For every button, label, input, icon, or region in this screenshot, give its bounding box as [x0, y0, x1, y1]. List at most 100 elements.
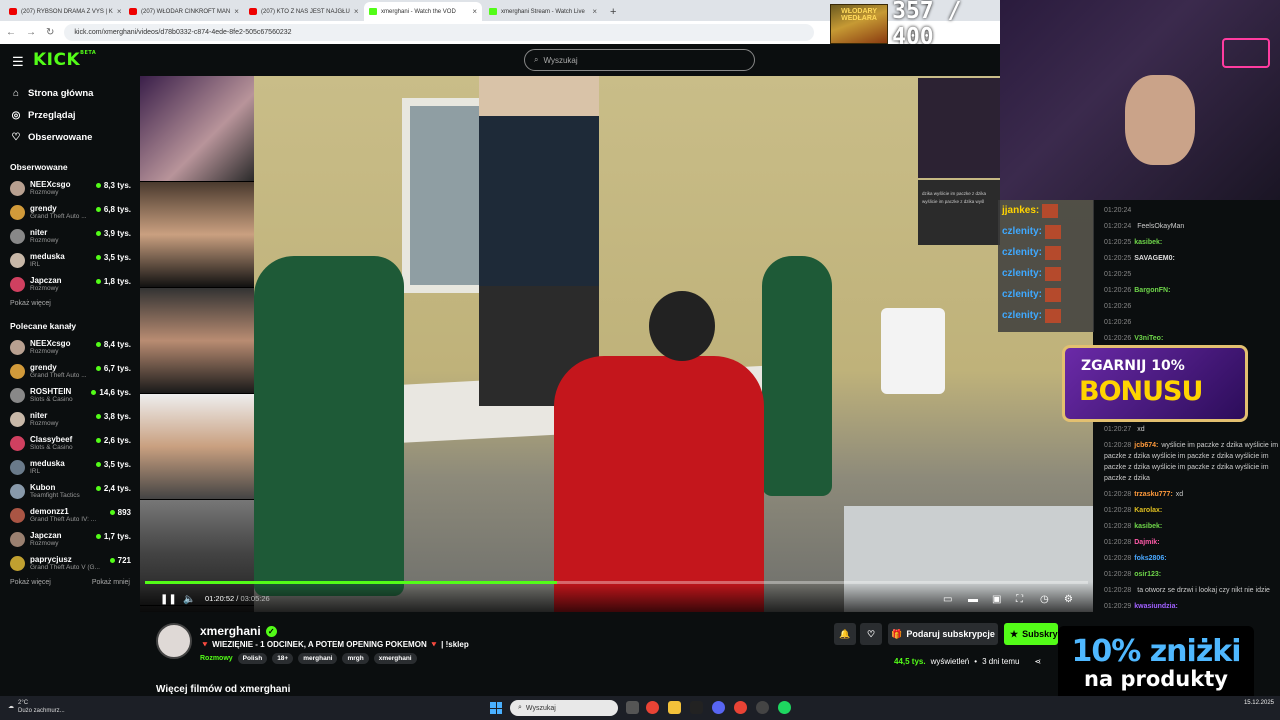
tag-chip[interactable]: mrgh — [342, 653, 369, 664]
miniplayer-icon[interactable]: ▭ — [943, 594, 952, 605]
weather-widget[interactable]: ☁ 2°C Dużo zachmurz... — [8, 699, 65, 715]
back-icon[interactable]: ← — [6, 27, 16, 38]
channel-item[interactable]: ROSHTEIN Slots & Casino 14,6 tys. — [0, 383, 140, 407]
browser-tab[interactable]: (207) WŁODAR CINKROFT MAN × — [124, 2, 242, 21]
chat-username[interactable]: Karolax: — [1134, 507, 1162, 514]
chat-username[interactable]: kasibek: — [1134, 523, 1162, 530]
sidebar-nav-item[interactable]: ◎ Przeglądaj — [0, 104, 140, 126]
spotify-icon[interactable] — [778, 701, 791, 714]
task-view-icon[interactable] — [626, 701, 639, 714]
chat-username[interactable]: Dajmik: — [1134, 539, 1159, 546]
streamer-name[interactable]: xmerghani — [200, 624, 261, 638]
channel-item[interactable]: Classybeef Slots & Casino 2,6 tys. — [0, 431, 140, 455]
channel-item[interactable]: grendy Grand Theft Auto ... 6,7 tys. — [0, 359, 140, 383]
channel-item[interactable]: niter Rozmowy 3,9 tys. — [0, 224, 140, 248]
bonus-banner[interactable]: ZGARNIJ 10% BONUSU — [1062, 345, 1248, 422]
channel-item[interactable]: Japczan Rozmowy 1,8 tys. — [0, 272, 140, 296]
live-dot-icon — [95, 462, 101, 467]
nav-label: Strona główna — [28, 87, 94, 99]
folder-icon[interactable] — [668, 701, 681, 714]
avatar — [10, 387, 25, 403]
clock[interactable]: 15.12.2025 — [1228, 699, 1274, 708]
chrome-icon[interactable] — [646, 701, 659, 714]
avatar[interactable] — [156, 623, 192, 659]
sidebar-nav-item[interactable]: ⌂ Strona główna — [0, 82, 140, 104]
avatar — [10, 435, 25, 451]
menu-icon[interactable]: ☰ — [12, 54, 24, 70]
channel-item[interactable]: meduska IRL 3,5 tys. — [0, 248, 140, 272]
chrome-icon[interactable] — [734, 701, 747, 714]
tag-chip[interactable]: merghani — [298, 653, 338, 664]
fullscreen-icon[interactable]: ⛶ — [1016, 594, 1023, 605]
recommended-show-more[interactable]: Pokaż więcej — [10, 579, 51, 586]
progress-bar[interactable] — [145, 581, 1088, 584]
browser-tab[interactable]: xmerghani Stream - Watch Live × — [484, 2, 602, 21]
notification-button[interactable]: 🔔 — [834, 623, 856, 645]
pip-icon[interactable]: ▣ — [992, 594, 1001, 605]
chat-username[interactable]: jcb674: — [1134, 442, 1158, 449]
cam-column — [140, 76, 254, 612]
channel-item[interactable]: NEEXcsgo Rozmowy 8,4 tys. — [0, 335, 140, 359]
browser-tab[interactable]: (207) KTO Z NAS JEST NAJGŁU × — [244, 2, 362, 21]
sidebar-nav-item[interactable]: ♡ Obserwowane — [0, 126, 140, 148]
member-row: czlenity: — [998, 221, 1094, 242]
chat-username[interactable]: foks2806: — [1134, 555, 1166, 562]
chat-username[interactable]: SAVAGEM0: — [1134, 255, 1175, 262]
search-input[interactable]: ⌕ Wyszukaj — [524, 49, 755, 71]
chat-username[interactable]: kwasiundzia: — [1134, 603, 1178, 610]
channel-item[interactable]: Japczan Rozmowy 1,7 tys. — [0, 527, 140, 551]
app-icon[interactable] — [690, 701, 703, 714]
viewer-count: 3,5 tys. — [95, 460, 131, 469]
category-link[interactable]: Rozmowy — [200, 655, 233, 662]
reload-icon[interactable]: ↻ — [46, 27, 54, 38]
taskbar-search[interactable]: ⌕ Wyszukaj — [510, 700, 618, 716]
channel-item[interactable]: NEEXcsgo Rozmowy 8,3 tys. — [0, 176, 140, 200]
close-icon[interactable]: × — [592, 7, 597, 16]
close-icon[interactable]: × — [117, 7, 122, 16]
channel-item[interactable]: Kubon Teamfight Tactics 2,4 tys. — [0, 479, 140, 503]
discord-icon[interactable] — [712, 701, 725, 714]
browser-tab[interactable]: xmerghani - Watch the VOD × — [364, 2, 482, 21]
kick-logo[interactable]: KICKBETA — [33, 50, 96, 70]
channel-item[interactable]: paprycjusz Grand Theft Auto V (G... 721 — [0, 551, 140, 575]
channel-name: Japczan — [30, 276, 62, 285]
tag-chip[interactable]: xmerghani — [373, 653, 417, 664]
pause-icon[interactable]: ❚❚ — [160, 594, 177, 605]
close-icon[interactable]: × — [472, 7, 477, 16]
close-icon[interactable]: × — [234, 7, 239, 16]
browser-tab[interactable]: (207) RYBSON DRAMA Z VYS | K × — [4, 2, 122, 21]
volume-icon[interactable]: 🔈 — [183, 594, 195, 605]
start-button[interactable] — [490, 702, 502, 714]
channel-item[interactable]: demonzz1 Grand Theft Auto IV: ... 893 — [0, 503, 140, 527]
address-bar[interactable]: kick.com/xmerghani/videos/d78b0332-c874-… — [64, 24, 814, 41]
tag-chip[interactable]: Polish — [237, 653, 268, 664]
chat-username[interactable]: trzasku777: — [1134, 491, 1173, 498]
settings-icon[interactable]: ⚙ — [1064, 594, 1073, 605]
chat-timestamp: 01:20:25 — [1104, 271, 1132, 278]
follow-button[interactable]: ♡ — [860, 623, 882, 645]
channel-name: demonzz1 — [30, 507, 69, 516]
channel-item[interactable]: niter Rozmowy 3,8 tys. — [0, 407, 140, 431]
recommended-show-less[interactable]: Pokaż mniej — [92, 579, 130, 586]
new-tab-icon[interactable]: + — [604, 6, 622, 21]
tag-chip[interactable]: 18+ — [272, 653, 294, 664]
share-icon[interactable]: ⋖ — [1034, 657, 1041, 666]
obs-icon[interactable] — [756, 701, 769, 714]
gift-subs-button[interactable]: 🎁 Podaruj subskrypcje — [888, 623, 998, 645]
forward-icon[interactable]: → — [26, 27, 36, 38]
followed-show-more[interactable]: Pokaż więcej — [10, 300, 51, 307]
theater-icon[interactable]: ▬ — [968, 594, 978, 605]
youtube-icon — [9, 8, 17, 15]
channel-item[interactable]: grendy Grand Theft Auto ... 6,8 tys. — [0, 200, 140, 224]
chat-username[interactable]: kasibek: — [1134, 239, 1162, 246]
chat-username[interactable]: osir123: — [1134, 571, 1161, 578]
app-header: ☰ KICKBETA ⌕ Wyszukaj — [0, 44, 1000, 76]
chat-timestamp: 01:20:29 — [1104, 603, 1132, 610]
chat-timestamp: 01:20:25 — [1104, 239, 1132, 246]
clip-icon[interactable]: ◷ — [1040, 594, 1049, 605]
channel-item[interactable]: meduska IRL 3,5 tys. — [0, 455, 140, 479]
close-icon[interactable]: × — [354, 7, 359, 16]
chat-username[interactable]: BargonFN: — [1134, 287, 1170, 294]
subscribe-button[interactable]: ★Subskrybuj — [1004, 623, 1058, 645]
chat-username[interactable]: V3niTeo: — [1134, 335, 1163, 342]
